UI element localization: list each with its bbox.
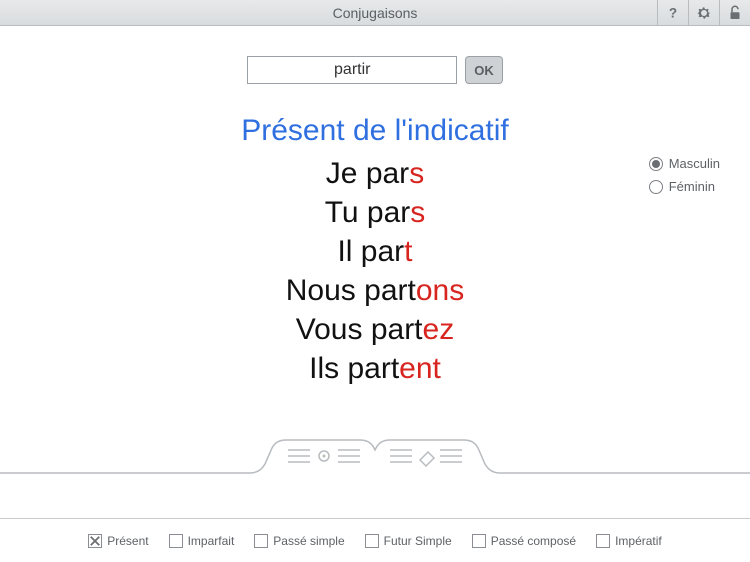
- radio-icon: [649, 157, 663, 171]
- lock-button[interactable]: [720, 0, 750, 25]
- radio-icon: [649, 180, 663, 194]
- conjugation-line: Nous partons: [0, 271, 750, 310]
- ending: ez: [423, 313, 455, 346]
- help-button[interactable]: ?: [658, 0, 688, 25]
- tense-title: Présent de l'indicatif: [0, 114, 750, 148]
- conjugation-line: Tu pars: [0, 193, 750, 232]
- tense-footer: Présent Imparfait Passé simple Futur Sim…: [0, 518, 750, 562]
- ending: ons: [416, 274, 464, 307]
- checkbox-label: Imparfait: [188, 534, 235, 548]
- app-window: { "header": { "title": "Conjugaisons" },…: [0, 0, 750, 562]
- radio-label: Féminin: [669, 179, 715, 194]
- checkbox-icon: [365, 534, 379, 548]
- checkbox-passe-simple[interactable]: Passé simple: [254, 534, 344, 548]
- checkbox-present[interactable]: Présent: [88, 534, 148, 548]
- stem: Ils part: [309, 352, 399, 385]
- conjugation-line: Ils partent: [0, 349, 750, 388]
- checkbox-icon: [254, 534, 268, 548]
- header-tools: ?: [657, 0, 750, 25]
- unlock-icon: [726, 4, 744, 22]
- checkbox-label: Futur Simple: [384, 534, 452, 548]
- app-title: Conjugaisons: [0, 5, 750, 21]
- checkbox-imperatif[interactable]: Impératif: [596, 534, 662, 548]
- checkbox-label: Présent: [107, 534, 148, 548]
- checkbox-label: Impératif: [615, 534, 662, 548]
- gear-icon: [695, 4, 713, 22]
- search-row: OK: [0, 56, 750, 84]
- checkbox-icon: [169, 534, 183, 548]
- conjugation-block: Présent de l'indicatif Je pars Tu pars I…: [0, 114, 750, 388]
- stem: Je par: [326, 157, 409, 190]
- stem: Il par: [337, 235, 404, 268]
- settings-button[interactable]: [689, 0, 719, 25]
- radio-masculin[interactable]: Masculin: [649, 156, 720, 171]
- radio-feminin[interactable]: Féminin: [649, 179, 720, 194]
- checkbox-passe-compose[interactable]: Passé composé: [472, 534, 576, 548]
- stem: Vous part: [296, 313, 423, 346]
- conjugation-line: Vous partez: [0, 310, 750, 349]
- gender-selector: Masculin Féminin: [649, 156, 720, 202]
- verb-input[interactable]: [247, 56, 457, 84]
- svg-text:?: ?: [669, 5, 677, 20]
- ok-button[interactable]: OK: [465, 56, 503, 84]
- main-content: OK Présent de l'indicatif Je pars Tu par…: [0, 26, 750, 518]
- checkbox-label: Passé simple: [273, 534, 344, 548]
- checkbox-icon: [596, 534, 610, 548]
- help-icon: ?: [664, 4, 682, 22]
- tab-handles-deco: [0, 434, 750, 474]
- ending: s: [410, 196, 425, 229]
- checkbox-imparfait[interactable]: Imparfait: [169, 534, 235, 548]
- conjugation-line: Il part: [0, 232, 750, 271]
- checkbox-label: Passé composé: [491, 534, 576, 548]
- radio-label: Masculin: [669, 156, 720, 171]
- checkbox-icon: [88, 534, 102, 548]
- conjugation-line: Je pars: [0, 154, 750, 193]
- stem: Tu par: [325, 196, 411, 229]
- title-bar: Conjugaisons ?: [0, 0, 750, 26]
- checkbox-futur-simple[interactable]: Futur Simple: [365, 534, 452, 548]
- checkbox-icon: [472, 534, 486, 548]
- stem: Nous part: [286, 274, 416, 307]
- ending: s: [409, 157, 424, 190]
- ending: ent: [399, 352, 441, 385]
- ending: t: [404, 235, 412, 268]
